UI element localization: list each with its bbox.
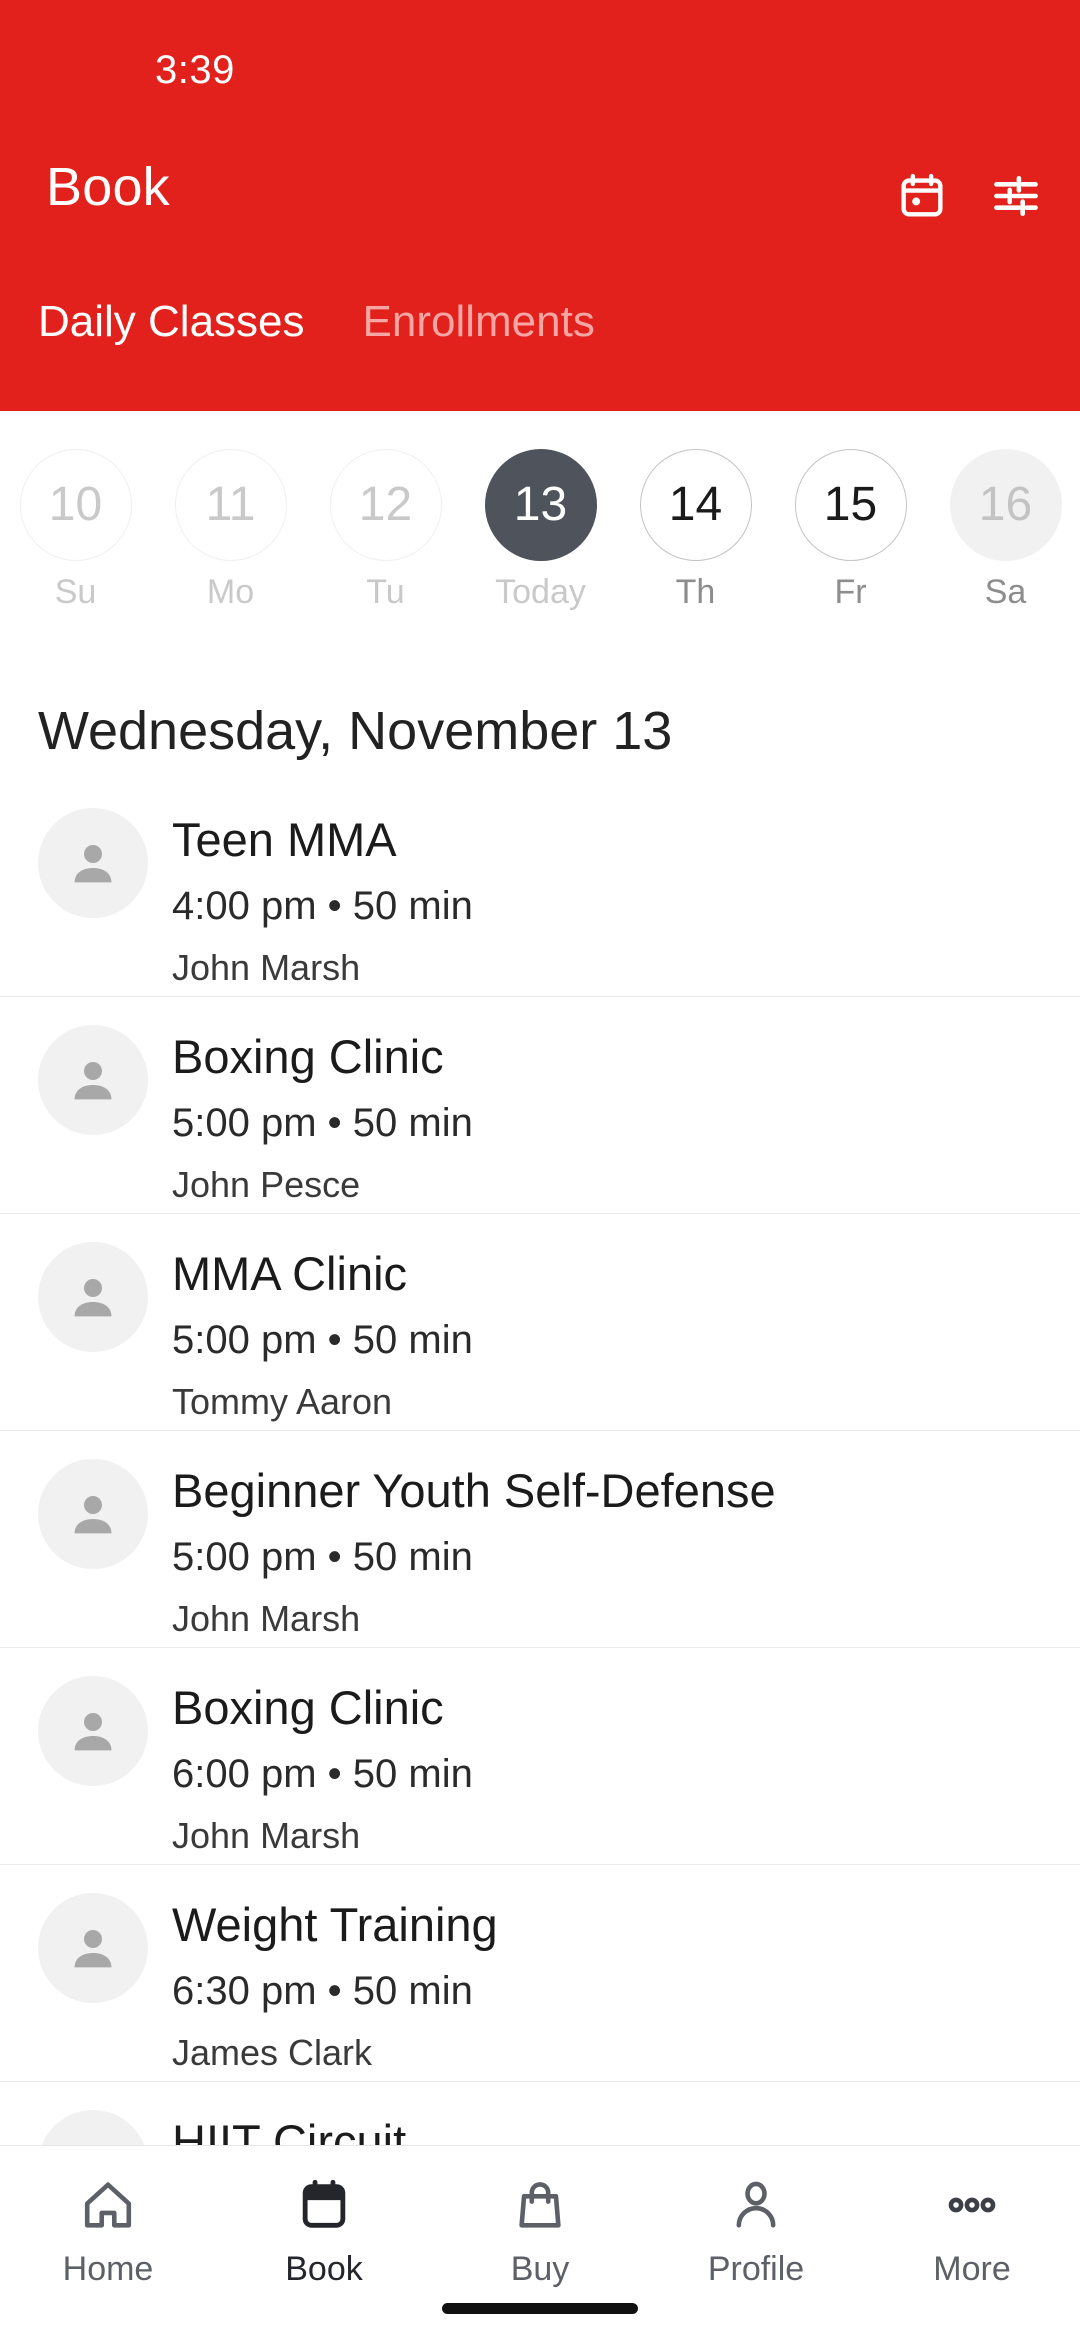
- avatar: [38, 808, 148, 918]
- nav-label: Buy: [510, 2250, 570, 2288]
- class-coach: John Pesce: [172, 1163, 361, 1205]
- date-number: 11: [174, 449, 287, 561]
- date-weekday: Today: [495, 573, 586, 611]
- class-time: 5:00 pm • 50 min: [172, 1101, 473, 1146]
- class-list[interactable]: Teen MMA 4:00 pm • 50 min John Marsh Box…: [0, 780, 1080, 2145]
- class-coach: John Marsh: [172, 946, 361, 988]
- date-cell-16[interactable]: 16 Sa: [935, 449, 1076, 609]
- class-coach: Tommy Aaron: [172, 1380, 393, 1422]
- table-row[interactable]: Weight Training 6:30 pm • 50 min James C…: [0, 1865, 1080, 2082]
- date-strip-track: 10 Su 11 Mo 12 Tu 13 Today 14 Th 15 Fr 1…: [5, 449, 1076, 609]
- nav-label: Book: [285, 2250, 363, 2288]
- nav-item-book[interactable]: Book: [216, 2172, 432, 2286]
- avatar: [38, 1676, 148, 1786]
- date-weekday: Sa: [984, 573, 1027, 611]
- filter-icon[interactable]: [990, 170, 1042, 222]
- person-icon: [727, 2172, 785, 2238]
- class-name: Boxing Clinic: [172, 1030, 444, 1083]
- app-screen: 3:39 Book Daily Classes Enrollments 10 S…: [0, 0, 1080, 2340]
- calendar-icon[interactable]: [896, 170, 948, 222]
- date-number: 12: [329, 449, 442, 561]
- nav-item-more[interactable]: More: [864, 2172, 1080, 2286]
- table-row[interactable]: HIIT Circuit: [0, 2082, 1080, 2145]
- date-cell-11[interactable]: 11 Mo: [160, 449, 301, 609]
- class-info: Boxing Clinic 6:00 pm • 50 min John Mars…: [172, 1676, 473, 1857]
- nav-label: Home: [62, 2250, 154, 2288]
- date-weekday: Tu: [366, 573, 405, 611]
- app-header: 3:39 Book Daily Classes Enrollments: [0, 0, 1080, 411]
- class-info: Boxing Clinic 5:00 pm • 50 min John Pesc…: [172, 1025, 473, 1206]
- bag-icon: [511, 2172, 569, 2238]
- class-info: HIIT Circuit: [172, 2110, 406, 2145]
- avatar: [38, 2110, 148, 2145]
- class-name: MMA Clinic: [172, 1247, 408, 1300]
- table-row[interactable]: Teen MMA 4:00 pm • 50 min John Marsh: [0, 780, 1080, 997]
- avatar: [38, 1025, 148, 1135]
- date-number: 16: [949, 449, 1062, 561]
- class-info: Beginner Youth Self-Defense 5:00 pm • 50…: [172, 1459, 776, 1640]
- table-row[interactable]: Boxing Clinic 6:00 pm • 50 min John Mars…: [0, 1648, 1080, 1865]
- page-title: Book: [46, 157, 170, 217]
- date-strip[interactable]: 10 Su 11 Mo 12 Tu 13 Today 14 Th 15 Fr 1…: [0, 411, 1080, 661]
- tab-enrollments[interactable]: Enrollments: [363, 280, 611, 344]
- class-info: Weight Training 6:30 pm • 50 min James C…: [172, 1893, 498, 2074]
- selected-day-heading: Wednesday, November 13: [38, 701, 673, 761]
- class-time: 5:00 pm • 50 min: [172, 1535, 473, 1580]
- date-weekday: Su: [54, 573, 97, 611]
- tab-daily-classes[interactable]: Daily Classes: [38, 280, 321, 344]
- table-row[interactable]: Boxing Clinic 5:00 pm • 50 min John Pesc…: [0, 997, 1080, 1214]
- date-cell-12[interactable]: 12 Tu: [315, 449, 456, 609]
- class-time: 5:00 pm • 50 min: [172, 1318, 473, 1363]
- date-weekday: Mo: [206, 573, 255, 611]
- nav-item-profile[interactable]: Profile: [648, 2172, 864, 2286]
- avatar: [38, 1893, 148, 2003]
- app-bar: Book: [0, 110, 1080, 260]
- class-name: Boxing Clinic: [172, 1681, 444, 1734]
- table-row[interactable]: MMA Clinic 5:00 pm • 50 min Tommy Aaron: [0, 1214, 1080, 1431]
- class-time: 6:00 pm • 50 min: [172, 1752, 473, 1797]
- status-bar-clock: 3:39: [155, 48, 235, 92]
- date-number: 14: [639, 449, 752, 561]
- class-coach: James Clark: [172, 2031, 373, 2073]
- date-cell-13-selected[interactable]: 13 Today: [470, 449, 611, 609]
- date-cell-14[interactable]: 14 Th: [625, 449, 766, 609]
- class-coach: John Marsh: [172, 1814, 361, 1856]
- calendar-icon: [295, 2172, 353, 2238]
- home-icon: [79, 2172, 137, 2238]
- class-info: Teen MMA 4:00 pm • 50 min John Marsh: [172, 808, 473, 989]
- nav-item-home[interactable]: Home: [0, 2172, 216, 2286]
- class-time: 6:30 pm • 50 min: [172, 1969, 473, 2014]
- class-name: Weight Training: [172, 1898, 498, 1951]
- more-icon: [943, 2172, 1001, 2238]
- class-time: 4:00 pm • 50 min: [172, 884, 473, 929]
- nav-label: Profile: [707, 2250, 805, 2288]
- avatar: [38, 1242, 148, 1352]
- nav-item-buy[interactable]: Buy: [432, 2172, 648, 2286]
- header-tabs: Daily Classes Enrollments: [0, 280, 1080, 390]
- date-weekday: Fr: [834, 573, 867, 611]
- class-coach: John Marsh: [172, 1597, 361, 1639]
- date-number: 13: [484, 449, 597, 561]
- date-weekday: Th: [675, 573, 716, 611]
- avatar: [38, 1459, 148, 1569]
- home-indicator: [442, 2303, 638, 2314]
- class-info: MMA Clinic 5:00 pm • 50 min Tommy Aaron: [172, 1242, 473, 1423]
- class-name: Teen MMA: [172, 813, 397, 866]
- class-name: Beginner Youth Self-Defense: [172, 1464, 776, 1517]
- date-cell-15[interactable]: 15 Fr: [780, 449, 921, 609]
- class-name: HIIT Circuit: [172, 2115, 407, 2145]
- date-cell-10[interactable]: 10 Su: [5, 449, 146, 609]
- date-number: 10: [19, 449, 132, 561]
- app-bar-actions: [896, 170, 1042, 222]
- nav-label: More: [933, 2250, 1011, 2288]
- status-bar: 3:39: [0, 0, 1080, 110]
- table-row[interactable]: Beginner Youth Self-Defense 5:00 pm • 50…: [0, 1431, 1080, 1648]
- date-number: 15: [794, 449, 907, 561]
